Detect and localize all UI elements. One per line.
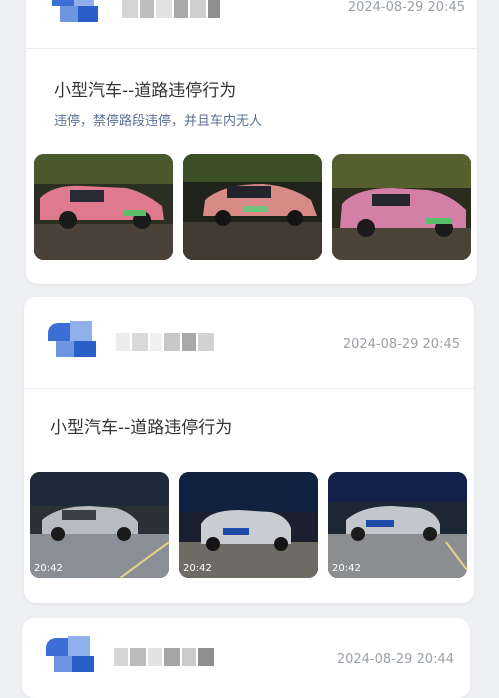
record-card[interactable]: 2024-08-29 20:45 小型汽车--道路违停行为 20:42 20:4… bbox=[24, 297, 474, 603]
photo-time-stamp: 20:42 bbox=[332, 563, 361, 574]
evidence-photo[interactable]: 20:42 bbox=[30, 472, 169, 578]
avatar bbox=[48, 317, 100, 357]
photo-time-stamp: 20:42 bbox=[34, 563, 63, 574]
evidence-photo[interactable]: 20:42 bbox=[328, 472, 467, 578]
evidence-photo[interactable] bbox=[183, 154, 322, 260]
record-card[interactable]: 2024-08-29 20:45 小型汽车--道路违停行为 违停，禁停路段违停，… bbox=[26, 0, 477, 284]
record-timestamp: 2024-08-29 20:45 bbox=[347, 0, 465, 15]
record-card[interactable]: 2024-08-29 20:44 bbox=[22, 618, 470, 698]
record-timestamp: 2024-08-29 20:45 bbox=[342, 337, 460, 352]
photo-strip bbox=[34, 154, 471, 260]
violation-description: 违停，禁停路段违停，并且车内无人 bbox=[54, 114, 263, 129]
photo-time-stamp: 20:42 bbox=[183, 563, 212, 574]
record-title: 小型汽车--道路违停行为 bbox=[50, 418, 233, 438]
username-redacted bbox=[122, 0, 220, 18]
avatar bbox=[52, 0, 104, 28]
evidence-photo[interactable] bbox=[34, 154, 173, 260]
evidence-photo[interactable] bbox=[332, 154, 471, 260]
divider bbox=[24, 388, 474, 389]
username-redacted bbox=[114, 648, 214, 666]
username-redacted bbox=[116, 333, 214, 351]
record-timestamp: 2024-08-29 20:44 bbox=[336, 652, 454, 667]
photo-strip: 20:42 20:42 20:42 bbox=[30, 472, 467, 578]
evidence-photo[interactable]: 20:42 bbox=[179, 472, 318, 578]
record-title: 小型汽车--道路违停行为 bbox=[54, 81, 237, 101]
avatar bbox=[46, 632, 98, 672]
divider bbox=[26, 48, 477, 49]
